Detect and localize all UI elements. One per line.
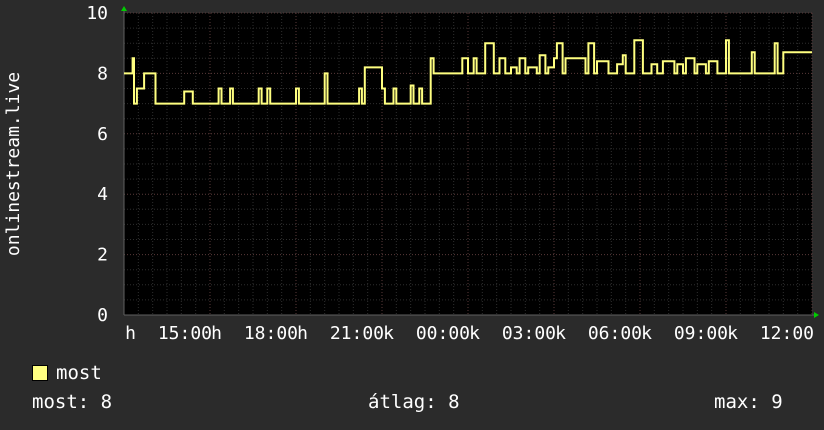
y-tick-label: 0 bbox=[97, 305, 108, 326]
x-tick-label: h bbox=[125, 323, 136, 344]
x-tick-label: k bbox=[383, 323, 394, 344]
y-tick-label: 4 bbox=[97, 184, 108, 205]
x-tick-label: 09:00 bbox=[674, 323, 728, 344]
stat-current: most: 8 bbox=[32, 391, 113, 413]
y-axis-title: onlinestream.live bbox=[3, 72, 24, 256]
chart: 0246810h 15:00 h 18:00 h 21:00 k 00:00 k 03:00 k 06… bbox=[3, 3, 819, 344]
stat-average: átlag: 8 bbox=[368, 391, 460, 413]
x-tick-label: k bbox=[641, 323, 652, 344]
x-tick-label: h bbox=[211, 323, 222, 344]
stat-max: max: 9 bbox=[714, 391, 783, 413]
x-tick-label: 03:00 bbox=[502, 323, 556, 344]
x-tick-label: h bbox=[297, 323, 308, 344]
y-tick-label: 2 bbox=[97, 245, 108, 266]
x-tick-label: 12:00 bbox=[760, 323, 814, 344]
x-tick-label: 00:00 bbox=[416, 323, 470, 344]
y-axis-arrow bbox=[121, 6, 127, 11]
y-tick-label: 8 bbox=[97, 63, 108, 84]
x-tick-label: 21:00 bbox=[330, 323, 384, 344]
x-tick-label: k bbox=[555, 323, 566, 344]
legend-label: most bbox=[56, 362, 102, 384]
y-tick-label: 10 bbox=[86, 3, 108, 24]
x-tick-label: 18:00 bbox=[244, 323, 298, 344]
x-tick-label: 06:00 bbox=[588, 323, 642, 344]
legend-swatch bbox=[32, 365, 48, 381]
x-tick-label: k bbox=[727, 323, 738, 344]
y-tick-label: 6 bbox=[97, 124, 108, 145]
x-tick-label: 15:00 bbox=[158, 323, 212, 344]
x-tick-label: k bbox=[469, 323, 480, 344]
x-axis-arrow bbox=[814, 312, 819, 318]
legend: most bbox=[32, 362, 102, 384]
